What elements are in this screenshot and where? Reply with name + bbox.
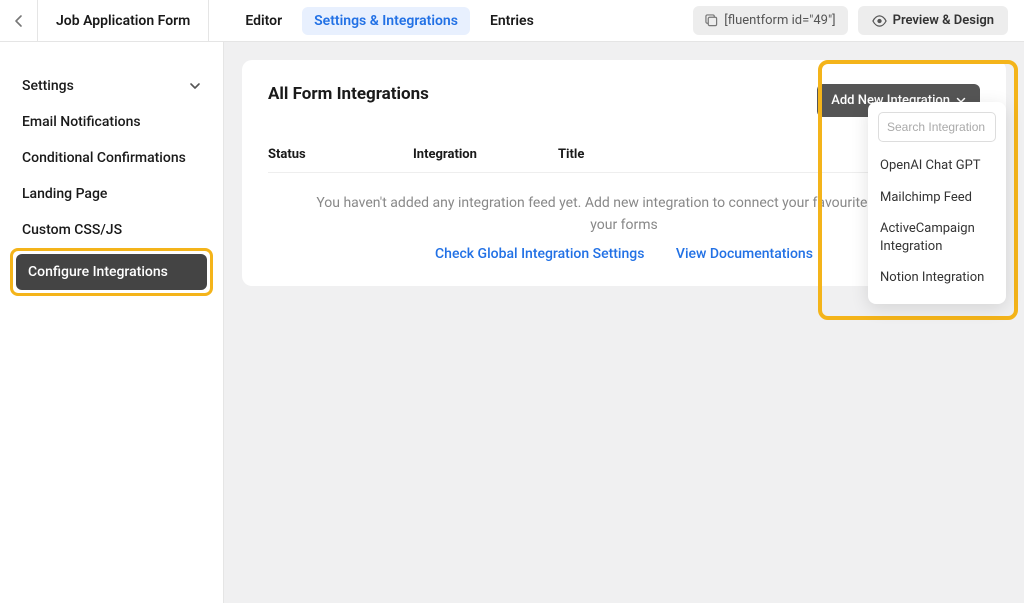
preview-label: Preview & Design: [893, 13, 994, 28]
sidebar-item-custom-css-js[interactable]: Custom CSS/JS: [10, 212, 213, 248]
link-global-settings[interactable]: Check Global Integration Settings: [435, 246, 644, 262]
copy-icon: [705, 14, 718, 27]
dropdown-item-activecampaign[interactable]: ActiveCampaign Integration: [878, 213, 996, 262]
main-area: All Form Integrations Add New Integratio…: [224, 42, 1024, 603]
back-button[interactable]: [0, 0, 38, 42]
sidebar-item-conditional-confirmations[interactable]: Conditional Confirmations: [10, 140, 213, 176]
integration-dropdown: OpenAI Chat GPT Mailchimp Feed ActiveCam…: [868, 102, 1006, 304]
sidebar-item-landing-page[interactable]: Landing Page: [10, 176, 213, 212]
col-integration: Integration: [413, 147, 558, 162]
col-status: Status: [268, 147, 413, 162]
sidebar-item-label: Email Notifications: [22, 114, 141, 130]
sidebar-item-label: Settings: [22, 78, 74, 94]
chevron-left-icon: [14, 14, 24, 28]
content-wrap: Settings Email Notifications Conditional…: [0, 42, 1024, 603]
sidebar-item-label: Conditional Confirmations: [22, 150, 186, 166]
panel-title: All Form Integrations: [268, 84, 429, 104]
tab-editor[interactable]: Editor: [233, 7, 294, 35]
preview-design-button[interactable]: Preview & Design: [858, 6, 1008, 35]
dropdown-item-openai[interactable]: OpenAI Chat GPT: [878, 150, 996, 182]
dropdown-item-notion[interactable]: Notion Integration: [878, 262, 996, 294]
sidebar-item-configure-integrations[interactable]: Configure Integrations: [10, 248, 213, 296]
header-tabs: Editor Settings & Integrations Entries: [209, 7, 693, 35]
sidebar-item-settings[interactable]: Settings: [10, 68, 213, 104]
shortcode-box[interactable]: [fluentform id="49"]: [693, 6, 847, 35]
form-name: Job Application Form: [38, 0, 209, 42]
top-bar: Job Application Form Editor Settings & I…: [0, 0, 1024, 42]
sidebar: Settings Email Notifications Conditional…: [0, 42, 224, 603]
tab-settings-integrations[interactable]: Settings & Integrations: [302, 7, 470, 35]
chevron-down-icon: [189, 82, 201, 90]
sidebar-item-label: Custom CSS/JS: [22, 222, 122, 238]
link-documentations[interactable]: View Documentations: [676, 246, 813, 262]
eye-icon: [872, 15, 887, 27]
shortcode-text: [fluentform id="49"]: [724, 13, 835, 28]
tab-entries[interactable]: Entries: [478, 7, 546, 35]
sidebar-item-label: Landing Page: [22, 186, 107, 202]
sidebar-item-label: Configure Integrations: [28, 264, 168, 280]
search-integration-input[interactable]: [878, 112, 996, 142]
sidebar-item-email-notifications[interactable]: Email Notifications: [10, 104, 213, 140]
dropdown-item-mailchimp[interactable]: Mailchimp Feed: [878, 182, 996, 214]
